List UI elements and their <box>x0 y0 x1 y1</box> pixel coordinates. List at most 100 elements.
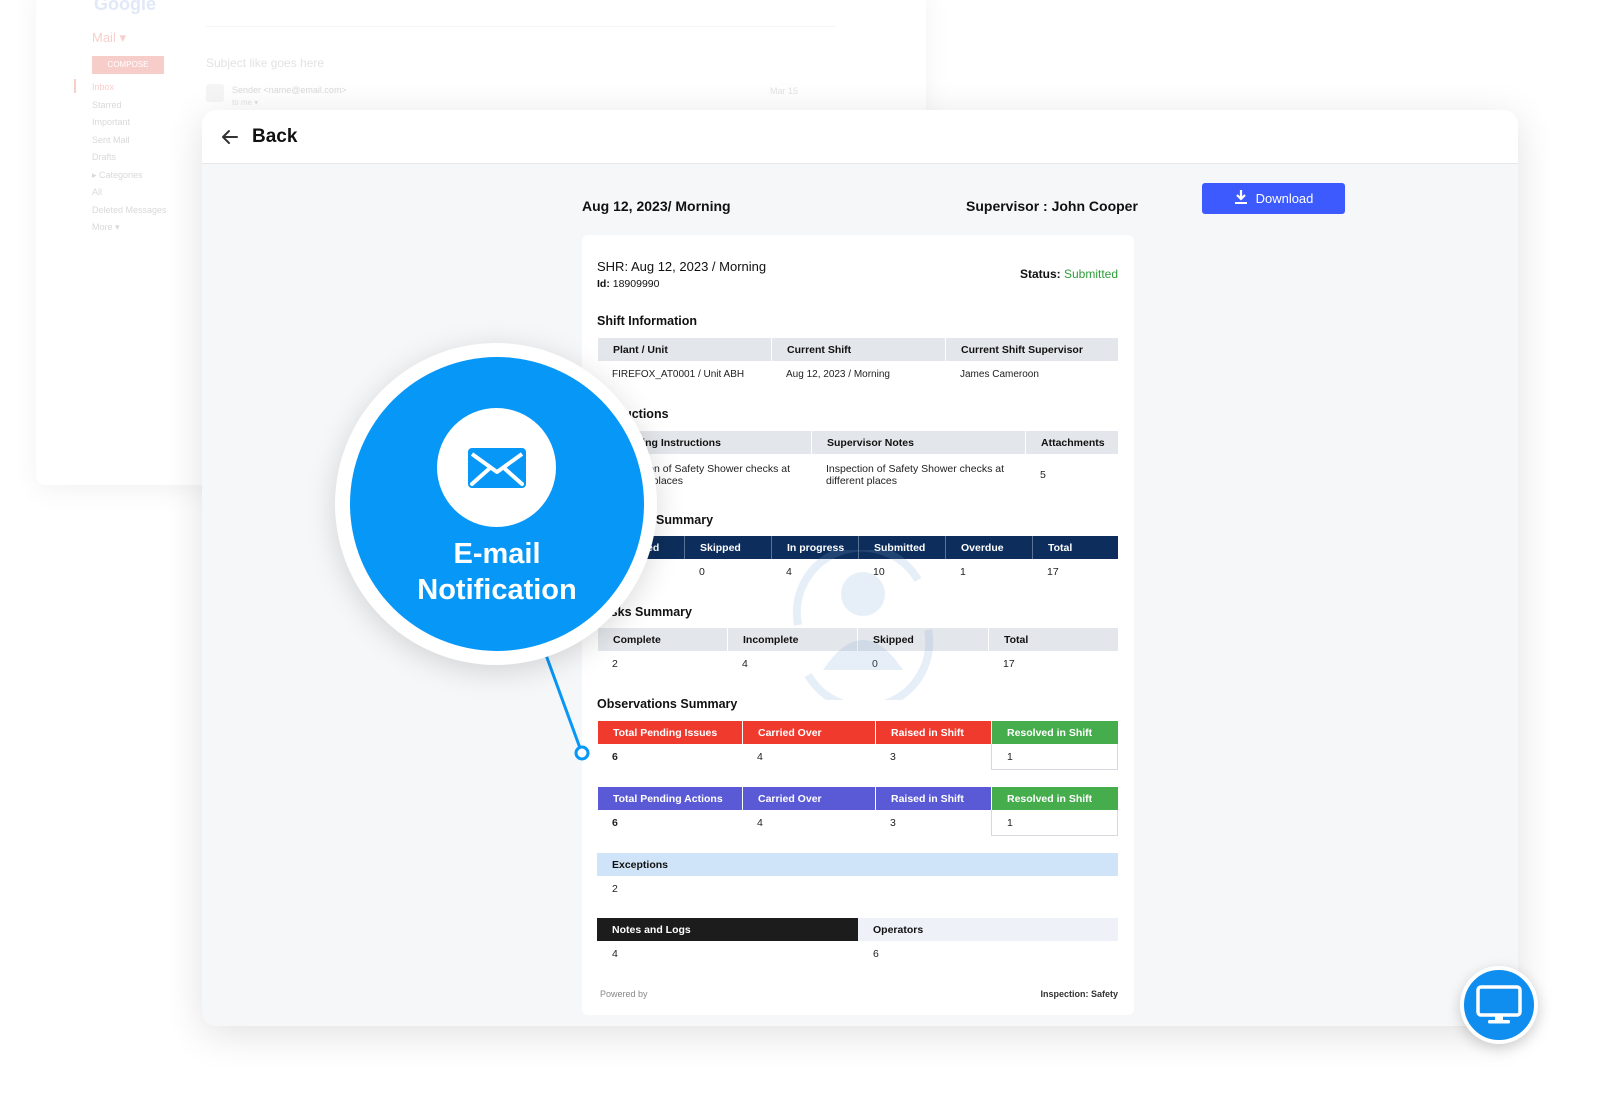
header-cell: Operators <box>858 918 1118 941</box>
table-row: Inspection of Safety Shower checks at di… <box>597 454 1118 496</box>
cell: FIREFOX_AT0001 / Unit ABH <box>612 368 745 380</box>
report-id-value: 18909990 <box>612 278 660 290</box>
gmail-logo: Google <box>94 0 156 14</box>
header-cell: Total Pending Issues <box>597 721 742 744</box>
table-row: 4 6 <box>597 941 1118 967</box>
email-subject: Subject like goes here <box>206 56 325 70</box>
header-cell: Total <box>1032 536 1118 559</box>
nav-item-deleted[interactable]: Deleted Messages <box>92 205 167 223</box>
desktop-view-button[interactable] <box>1460 966 1538 1044</box>
header-cell: Supervisor Notes <box>811 431 1025 454</box>
header-cell: Skipped <box>684 536 771 559</box>
top-bar: Back <box>202 110 1518 164</box>
cell: 17 <box>1003 658 1015 670</box>
cell: 17 <box>1047 566 1059 578</box>
cell: 5 <box>1040 469 1046 481</box>
instructions-table: Standing Instructions Supervisor Notes A… <box>597 431 1118 496</box>
monitor-icon <box>1476 985 1522 1024</box>
cell: 1 <box>960 566 966 578</box>
header-cell: Complete <box>597 628 727 651</box>
notification-label-line2: Notification <box>417 574 577 606</box>
exceptions-table: Exceptions 2 <box>597 853 1118 902</box>
mail-label: Mail ▾ <box>92 30 126 45</box>
email-recipient[interactable]: to me ▾ <box>232 98 258 107</box>
inspection-type: Inspection: Safety <box>1040 989 1118 999</box>
header-cell: Carried Over <box>742 787 875 810</box>
table-header: Exceptions <box>597 853 1118 876</box>
download-icon <box>1234 189 1248 208</box>
nav-item-starred[interactable]: Starred <box>92 100 167 118</box>
cell: 3 <box>890 817 896 829</box>
nav-item-sent[interactable]: Sent Mail <box>92 135 167 153</box>
header-cell: Plant / Unit <box>597 338 771 361</box>
envelope-icon <box>467 447 526 488</box>
cell: 4 <box>757 817 763 829</box>
table-header: Total Pending Actions Carried Over Raise… <box>597 787 1118 810</box>
header-cell: Total Pending Actions <box>597 787 742 810</box>
cell: 3 <box>890 751 896 763</box>
report-date-shift: Aug 12, 2023/ Morning <box>582 198 731 214</box>
nav-item-more[interactable]: More ▾ <box>92 222 167 240</box>
supervisor-name: Supervisor : John Cooper <box>966 198 1138 214</box>
cell: 0 <box>699 566 705 578</box>
header-cell: Raised in Shift <box>875 721 991 744</box>
header-cell: Total <box>988 628 1118 651</box>
cell: 4 <box>757 751 763 763</box>
shift-info-table: Plant / Unit Current Shift Current Shift… <box>597 338 1118 387</box>
report-id: Id: 18909990 <box>597 278 659 290</box>
table-header: Plant / Unit Current Shift Current Shift… <box>597 338 1118 361</box>
report-title: SHR: Aug 12, 2023 / Morning <box>597 259 767 274</box>
header-cell: Resolved in Shift <box>991 721 1118 744</box>
status-label: Status: <box>1019 267 1061 281</box>
cell: 6 <box>873 948 879 960</box>
nav-item-categories[interactable]: ▸ Categories <box>92 170 167 188</box>
table-header: Notes and Logs Operators <box>597 918 1118 941</box>
cell: 6 <box>612 817 618 829</box>
back-arrow-icon[interactable] <box>220 127 240 147</box>
header-cell: Overdue <box>945 536 1032 559</box>
download-label: Download <box>1255 191 1314 206</box>
header-cell: Current Shift Supervisor <box>945 338 1118 361</box>
cell: 4 <box>612 948 618 960</box>
header-cell: Resolved in Shift <box>991 787 1118 810</box>
header-cell: Current Shift <box>771 338 945 361</box>
envelope-icon-container <box>437 408 556 527</box>
back-button[interactable]: Back <box>252 126 297 148</box>
section-title-observations: Observations Summary <box>597 697 738 711</box>
cell: Inspection of Safety Shower checks at di… <box>826 463 1005 487</box>
cell: James Cameroon <box>960 368 1039 380</box>
powered-by: Powered by <box>600 989 648 999</box>
header-cell: Carried Over <box>742 721 875 744</box>
email-date: Mar 15 <box>770 86 799 96</box>
cell: 2 <box>612 883 618 895</box>
nav-item-inbox[interactable]: Inbox <box>92 82 167 100</box>
status-value: Submitted <box>1063 267 1118 281</box>
mail-toolbar-divider <box>206 26 836 27</box>
header-cell: Attachments <box>1025 431 1118 454</box>
sender-avatar <box>206 84 224 102</box>
header-cell: Notes and Logs <box>597 918 858 941</box>
table-row: 2 <box>597 876 1118 902</box>
cell: 1 <box>991 744 1118 770</box>
email-sender: Sender <name@email.com> <box>232 85 347 95</box>
pending-actions-table: Total Pending Actions Carried Over Raise… <box>597 787 1118 836</box>
section-title-shift-info: Shift Information <box>597 314 697 328</box>
header-cell: Exceptions <box>612 858 669 871</box>
report-id-label: Id: <box>597 278 610 290</box>
table-row: 6 4 3 1 <box>597 744 1118 770</box>
nav-item-important[interactable]: Important <box>92 117 167 135</box>
table-row: FIREFOX_AT0001 / Unit ABH Aug 12, 2023 /… <box>597 361 1118 387</box>
status-badge: Status: Submitted <box>1020 267 1118 281</box>
nav-item-all[interactable]: All <box>92 187 167 205</box>
cell: 2 <box>612 658 618 670</box>
compose-button[interactable]: COMPOSE <box>92 56 164 74</box>
nav-item-drafts[interactable]: Drafts <box>92 152 167 170</box>
table-header: Standing Instructions Supervisor Notes A… <box>597 431 1118 454</box>
cell: 1 <box>991 810 1118 836</box>
notes-operators-table: Notes and Logs Operators 4 6 <box>597 918 1118 967</box>
header-cell: Raised in Shift <box>875 787 991 810</box>
table-header: Total Pending Issues Carried Over Raised… <box>597 721 1118 744</box>
pending-issues-table: Total Pending Issues Carried Over Raised… <box>597 721 1118 770</box>
cell: Aug 12, 2023 / Morning <box>786 368 890 380</box>
download-button[interactable]: Download <box>1202 183 1345 214</box>
